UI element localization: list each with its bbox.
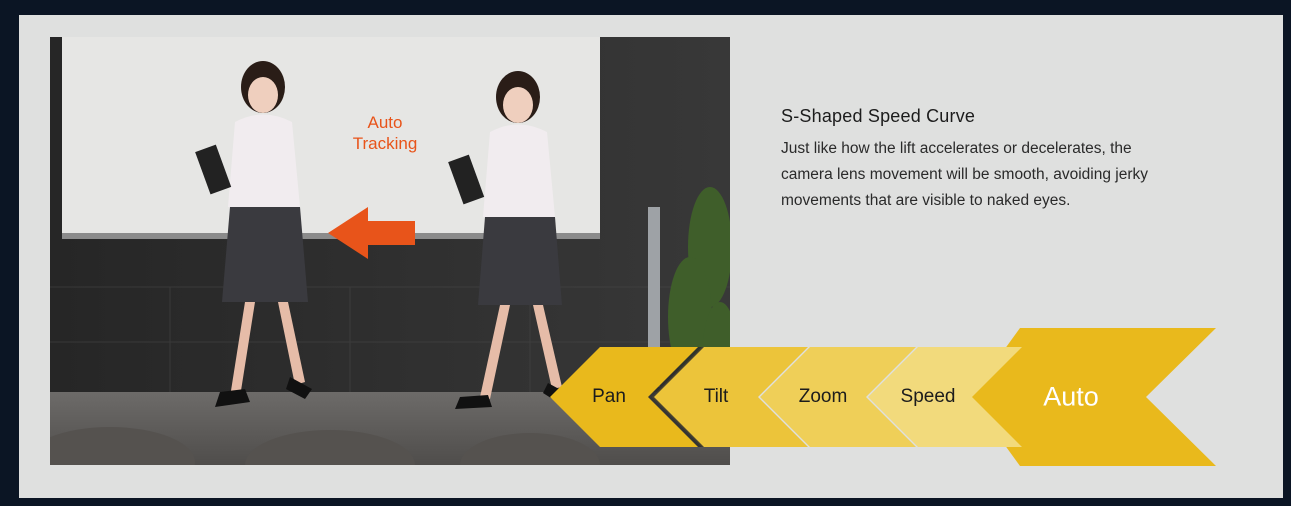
chevron-tilt-label: Tilt	[703, 386, 729, 407]
chevron-pan-label: Pan	[592, 386, 626, 407]
feature-description: Just like how the lift accelerates or de…	[781, 140, 1148, 209]
feature-title: S-Shaped Speed Curve	[781, 106, 976, 126]
chevron-auto-label: Auto	[1043, 381, 1099, 412]
feature-text: S-Shaped Speed Curve Just like how the l…	[781, 106, 1201, 214]
chevron-speed-label: Speed	[900, 386, 956, 407]
auto-tracking-label: Auto Tracking	[352, 113, 418, 153]
auto-tracking-photo	[50, 37, 730, 465]
chevron-zoom-label: Zoom	[798, 386, 848, 407]
